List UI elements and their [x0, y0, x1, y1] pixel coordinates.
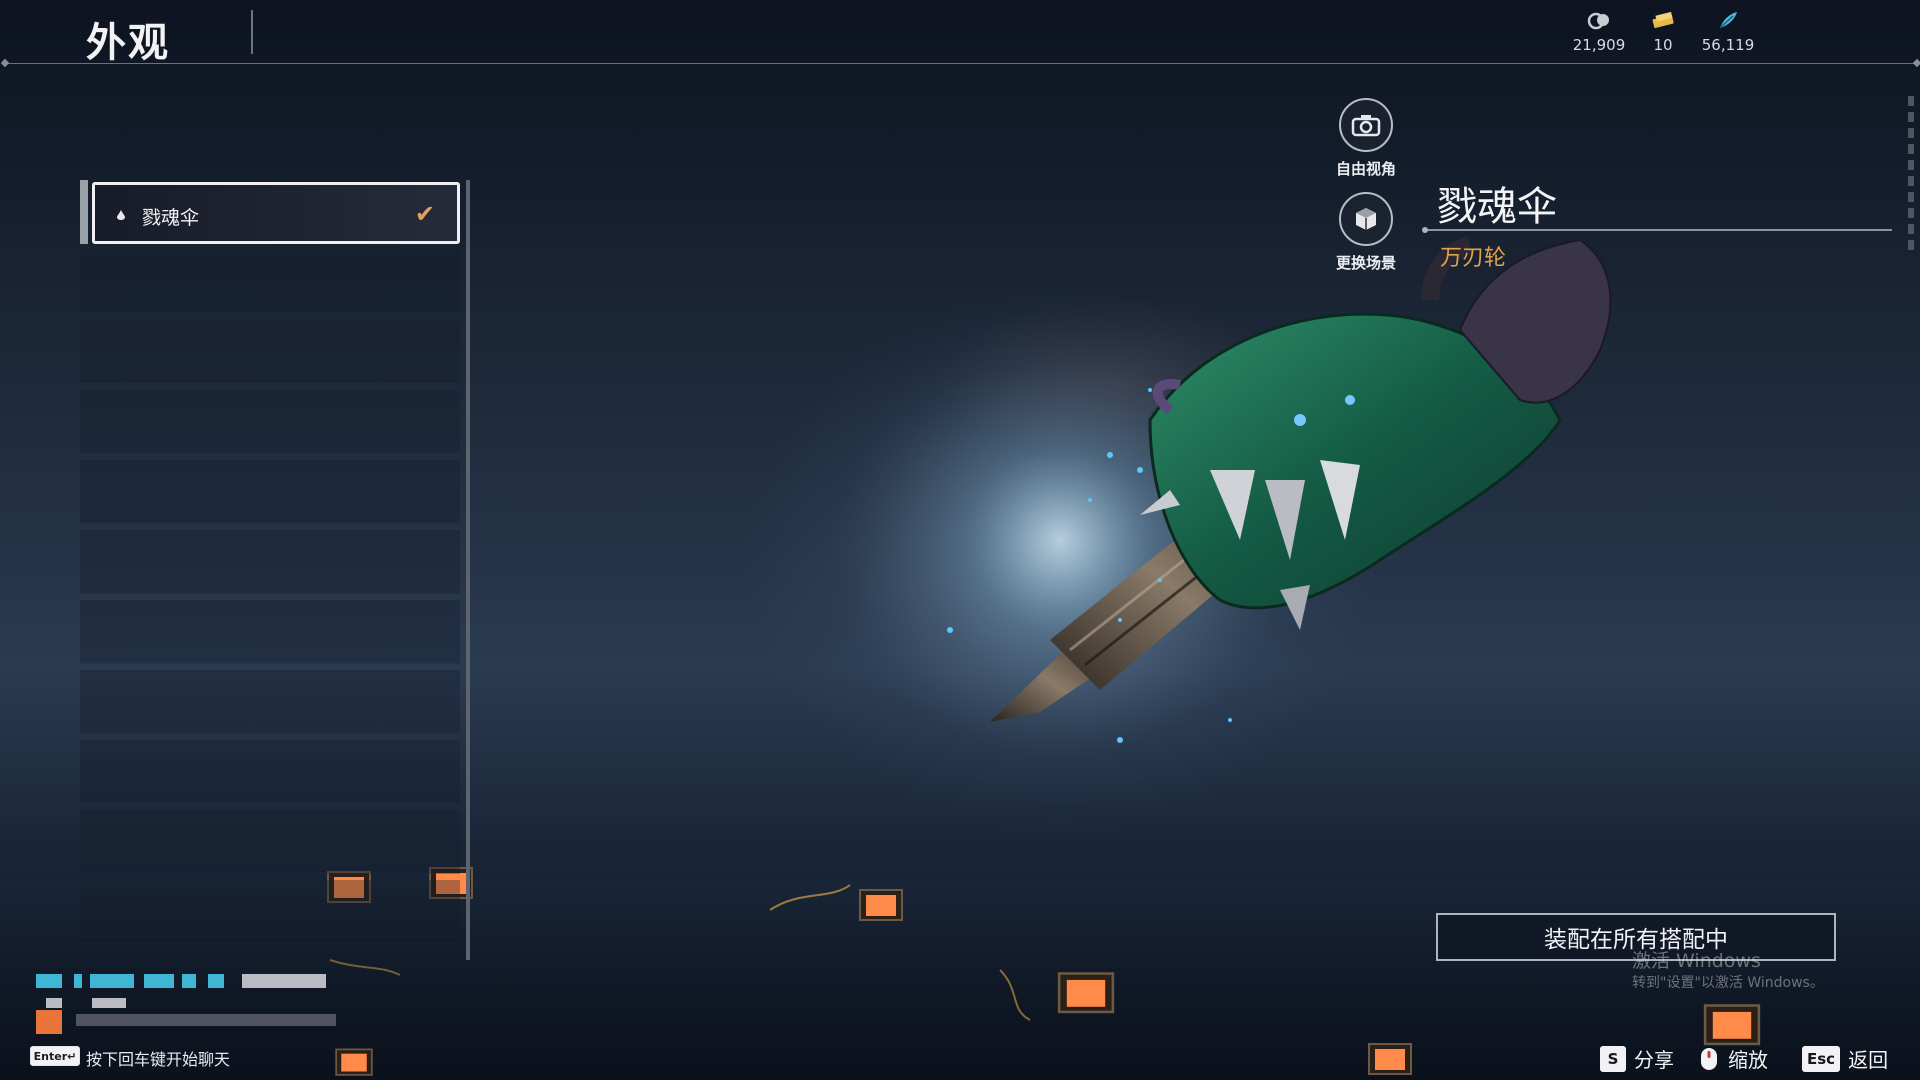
- right-edge-scrollbar[interactable]: [1908, 96, 1914, 276]
- free-view-label: 自由视角: [1335, 160, 1396, 178]
- item-name-divider: [1422, 227, 1892, 233]
- share-hint[interactable]: S 分享: [1600, 1044, 1674, 1073]
- list-slot-empty: [80, 740, 460, 804]
- enter-key-icon: Enter↵: [30, 1046, 80, 1066]
- item-name: 戮魂伞: [1437, 184, 1557, 230]
- list-item-selected[interactable]: 戮魂伞 ✔: [92, 182, 460, 244]
- list-slot-empty: [80, 460, 460, 524]
- lantern: [859, 889, 903, 921]
- title-separator: [251, 10, 253, 54]
- zoom-label: 缩放: [1728, 1048, 1768, 1072]
- change-scene-label: 更换场景: [1335, 254, 1396, 272]
- currency-coins-value: 21,909: [1572, 36, 1626, 54]
- lantern: [1368, 1043, 1412, 1075]
- item-category: 万刃轮: [1440, 246, 1507, 271]
- blurred-chat-content: [36, 974, 336, 1038]
- back-hint[interactable]: Esc 返回: [1802, 1044, 1888, 1073]
- chat-hint[interactable]: 按下回车键开始聊天: [86, 1046, 230, 1070]
- currency-coins: 21,909: [1564, 10, 1634, 54]
- zoom-hint[interactable]: 缩放: [1698, 1044, 1768, 1073]
- free-view-button[interactable]: 自由视角: [1326, 98, 1406, 179]
- list-scrollbar[interactable]: [466, 180, 470, 960]
- camera-icon: [1351, 115, 1381, 137]
- lantern: [335, 1048, 373, 1076]
- list-item-label: 戮魂伞: [142, 207, 200, 229]
- selected-item-rail: [80, 180, 88, 244]
- droplet-icon: [117, 210, 125, 220]
- top-bar: 外观 21,909 10 56,119: [0, 0, 1920, 66]
- appearance-list: 戮魂伞 ✔: [80, 180, 470, 960]
- currency-tickets-value: 10: [1653, 36, 1673, 54]
- windows-activation-watermark: 激活 Windows: [1632, 950, 1761, 972]
- list-slot-empty: [80, 530, 460, 594]
- list-slot-empty: [80, 600, 460, 664]
- mouse-wheel-icon: [1698, 1046, 1720, 1072]
- lantern: [1057, 972, 1115, 1014]
- change-scene-button[interactable]: 更换场景: [1326, 192, 1406, 273]
- currency-tickets: 10: [1628, 10, 1698, 54]
- list-slot-empty: [80, 880, 460, 944]
- equipped-check-icon: ✔: [414, 200, 435, 228]
- scene-box-icon: [1356, 208, 1376, 230]
- currency-feathers-value: 56,119: [1701, 36, 1755, 54]
- esc-key-icon: Esc: [1802, 1045, 1841, 1072]
- feather-icon: [1719, 12, 1737, 29]
- header-divider: [6, 63, 1916, 64]
- back-label: 返回: [1848, 1048, 1889, 1072]
- windows-activation-hint: 转到"设置"以激活 Windows。: [1632, 975, 1824, 991]
- s-key-icon: S: [1600, 1045, 1626, 1072]
- list-slot-empty: [80, 390, 460, 454]
- list-slot-empty: [80, 250, 460, 314]
- page-title: 外观: [86, 20, 170, 66]
- coin-stack-icon: [1587, 12, 1609, 30]
- share-label: 分享: [1634, 1048, 1674, 1072]
- ticket-icon: [1652, 11, 1674, 29]
- currency-feathers: 56,119: [1693, 10, 1763, 54]
- list-slot-empty: [80, 810, 460, 874]
- list-slot-empty: [80, 670, 460, 734]
- list-slot-empty: [80, 320, 460, 384]
